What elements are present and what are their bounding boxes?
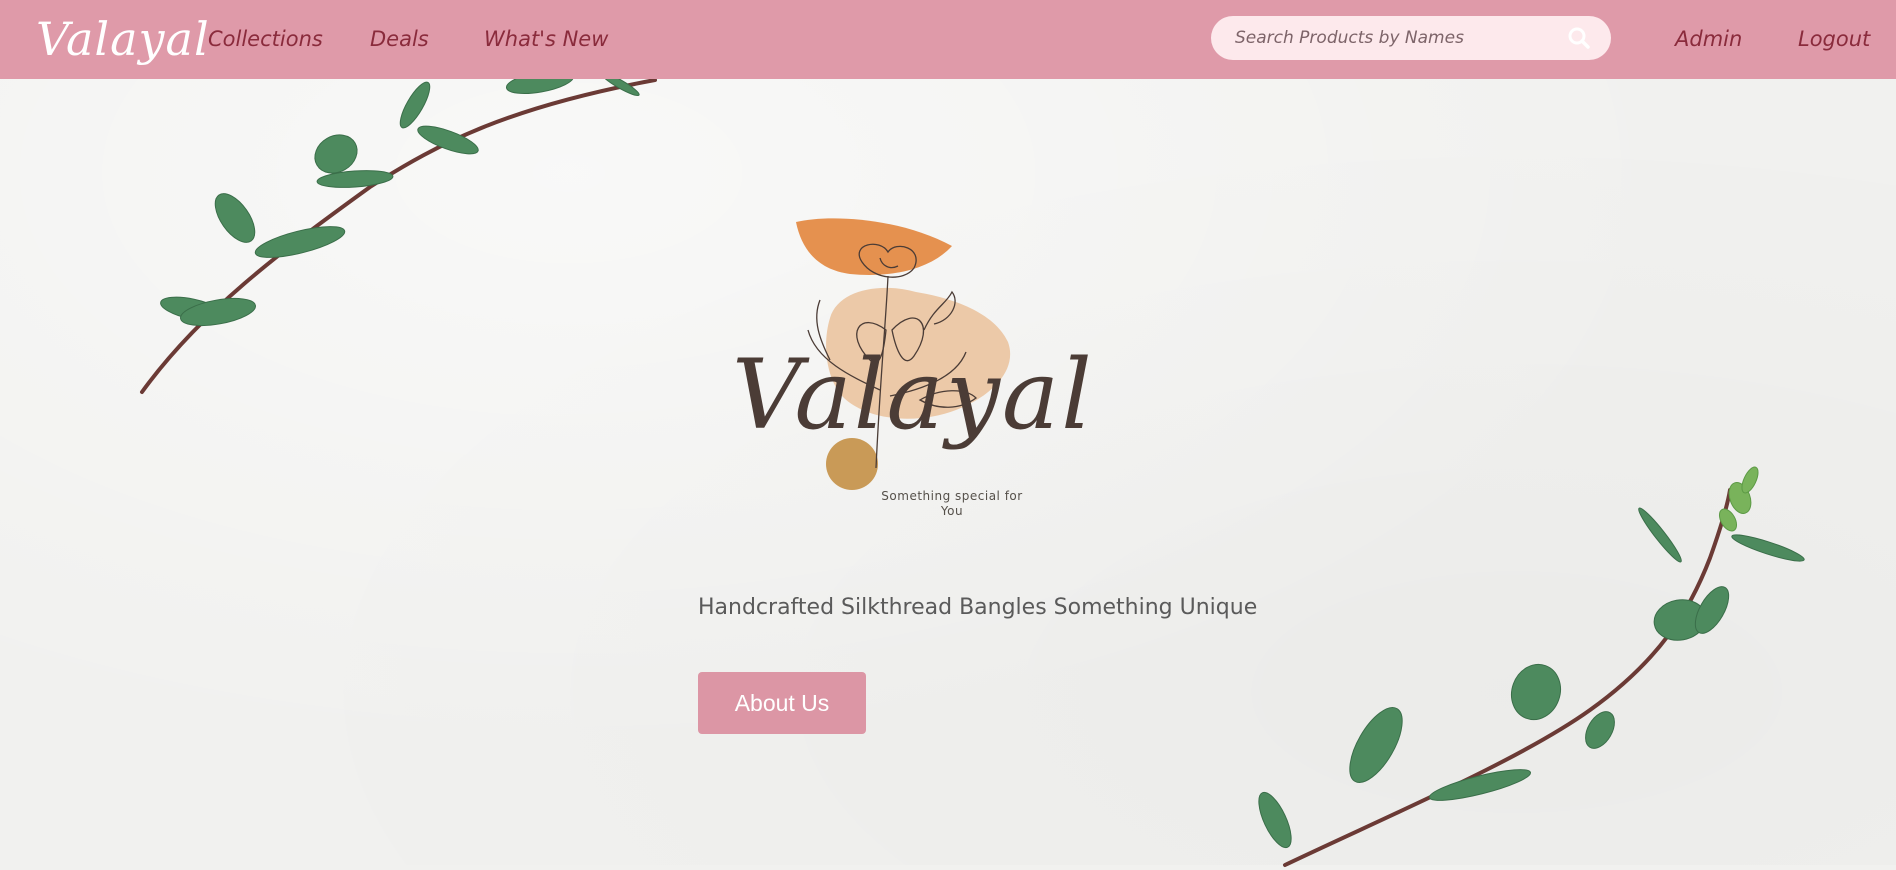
hero-headline: Handcrafted Silkthread Bangles Something… [698,595,1258,620]
nav-link-collections[interactable]: Collections [208,23,323,55]
nav-link-deals[interactable]: Deals [370,23,429,55]
brand-logo[interactable]: Valayal [36,6,210,72]
search-icon[interactable] [1567,26,1591,50]
nav-link-logout[interactable]: Logout [1798,23,1870,55]
eucalyptus-branch-top-left [140,72,657,394]
search-input[interactable] [1235,16,1565,60]
eucalyptus-branch-bottom-right [1258,466,1805,867]
search-box [1211,16,1611,60]
nav-link-whats-new[interactable]: What's New [484,23,608,55]
about-us-button[interactable]: About Us [698,672,866,734]
hero-logo-wordmark: Valayal [732,339,1094,451]
nav-link-admin[interactable]: Admin [1675,23,1742,55]
top-navbar: Valayal Collections Deals What's New Adm… [0,0,1896,79]
hero-logo-tagline: Something special for You [881,489,1023,518]
